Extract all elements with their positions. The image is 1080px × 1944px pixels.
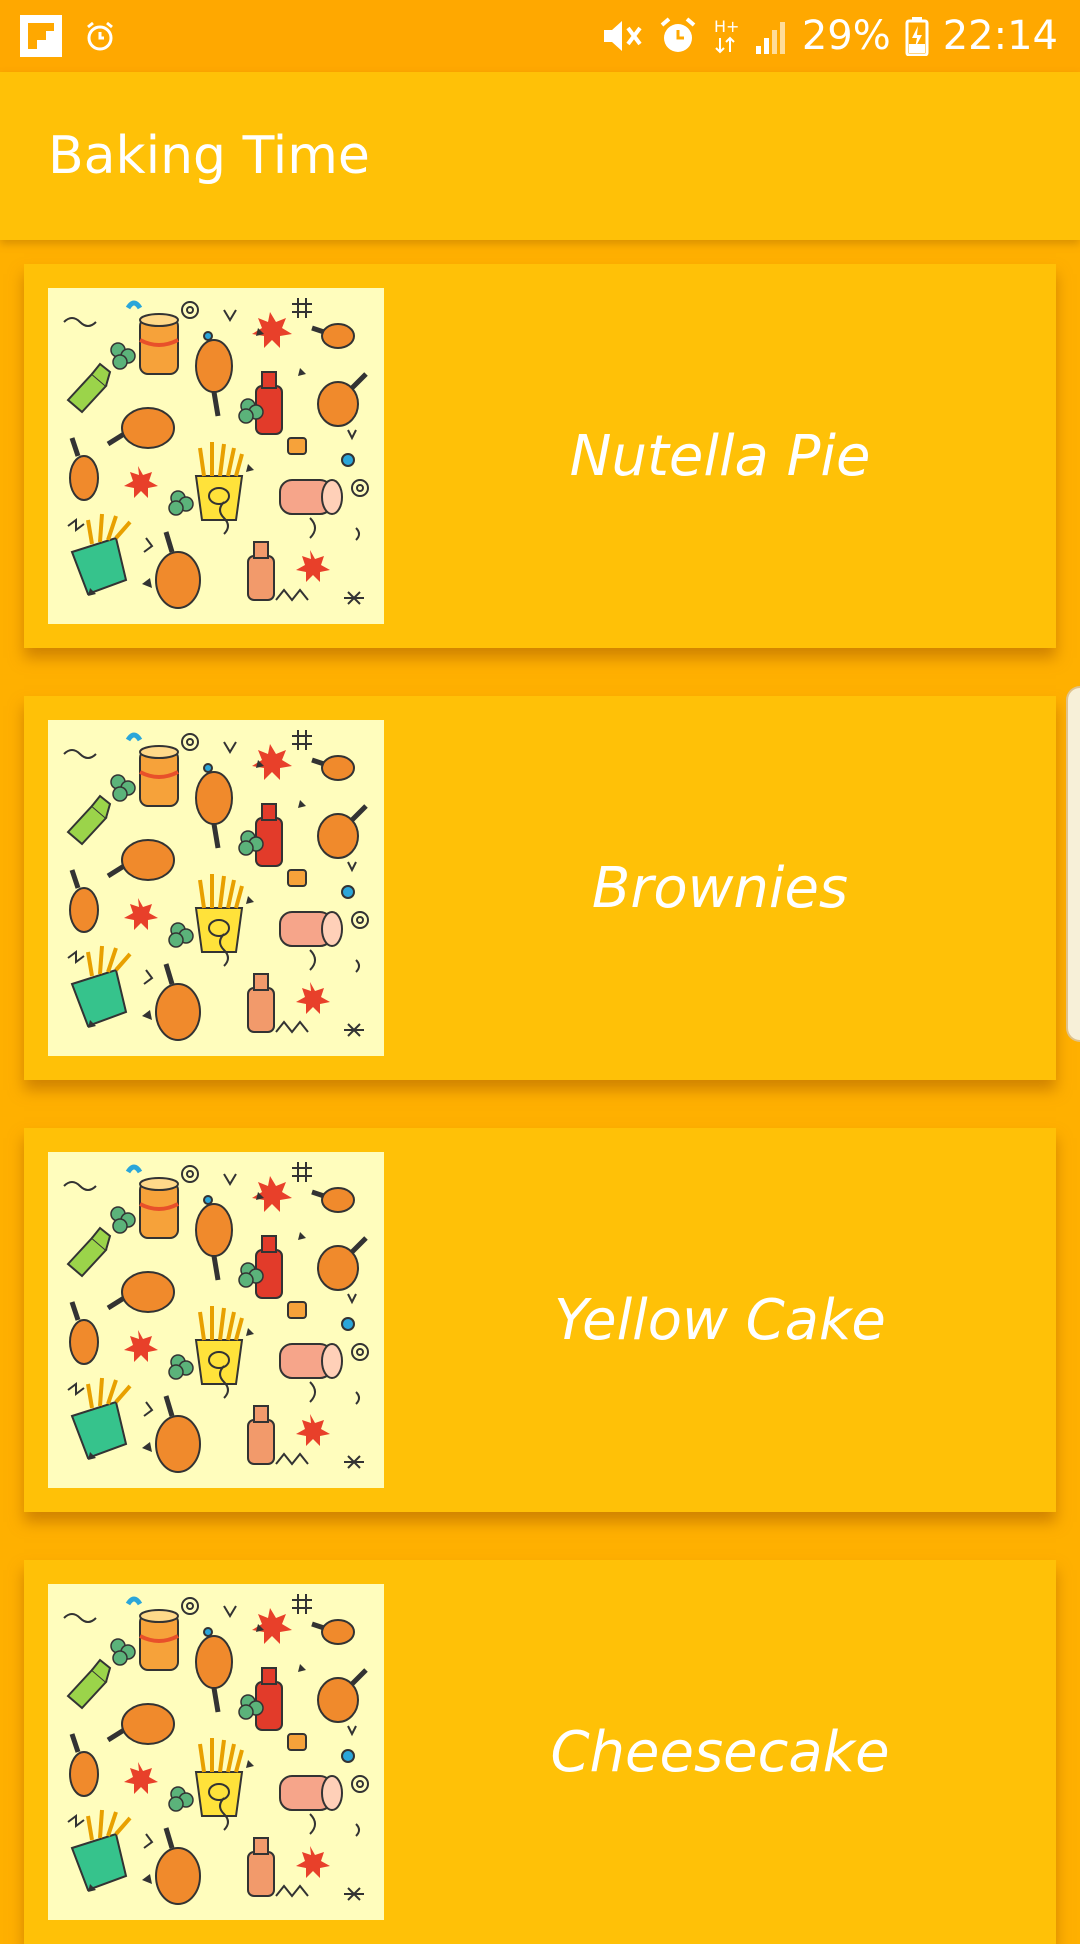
food-doodle-pattern-icon xyxy=(48,1584,384,1920)
recipe-name: Nutella Pie xyxy=(569,423,871,489)
status-right: H+ 29% 22:14 xyxy=(586,13,1058,59)
network-type-label: H+ xyxy=(714,17,739,36)
scroll-indicator[interactable] xyxy=(1066,686,1080,1042)
recipe-thumbnail xyxy=(48,720,384,1056)
recipe-thumbnail xyxy=(48,288,384,624)
app-title: Baking Time xyxy=(48,126,370,186)
recipe-card-yellow-cake[interactable]: Yellow Cake xyxy=(24,1128,1056,1512)
recipe-card-nutella-pie[interactable]: Nutella Pie xyxy=(24,264,1056,648)
app-bar: Baking Time xyxy=(0,72,1080,240)
food-doodle-pattern-icon xyxy=(48,288,384,624)
alarm-clock-icon xyxy=(84,20,116,52)
network-hplus-icon: H+ xyxy=(712,16,740,56)
recipe-name: Yellow Cake xyxy=(554,1287,886,1353)
vibrate-mute-icon xyxy=(600,16,644,56)
food-doodle-pattern-icon xyxy=(48,1152,384,1488)
alarm-icon xyxy=(658,16,698,56)
food-doodle-pattern-icon xyxy=(48,720,384,1056)
recipe-thumbnail xyxy=(48,1584,384,1920)
signal-icon xyxy=(754,18,788,54)
recipe-card-brownies[interactable]: Brownies xyxy=(24,696,1056,1080)
recipe-name: Brownies xyxy=(591,855,849,921)
battery-percent: 29% xyxy=(801,13,891,59)
flipboard-icon xyxy=(20,15,62,57)
status-time: 22:14 xyxy=(942,13,1058,59)
battery-charging-icon xyxy=(905,16,929,56)
recipe-thumbnail xyxy=(48,1152,384,1488)
recipe-card-cheesecake[interactable]: Cheesecake xyxy=(24,1560,1056,1944)
status-left xyxy=(20,15,138,57)
status-bar: H+ 29% 22:14 xyxy=(0,0,1080,72)
recipe-name: Cheesecake xyxy=(550,1719,890,1785)
